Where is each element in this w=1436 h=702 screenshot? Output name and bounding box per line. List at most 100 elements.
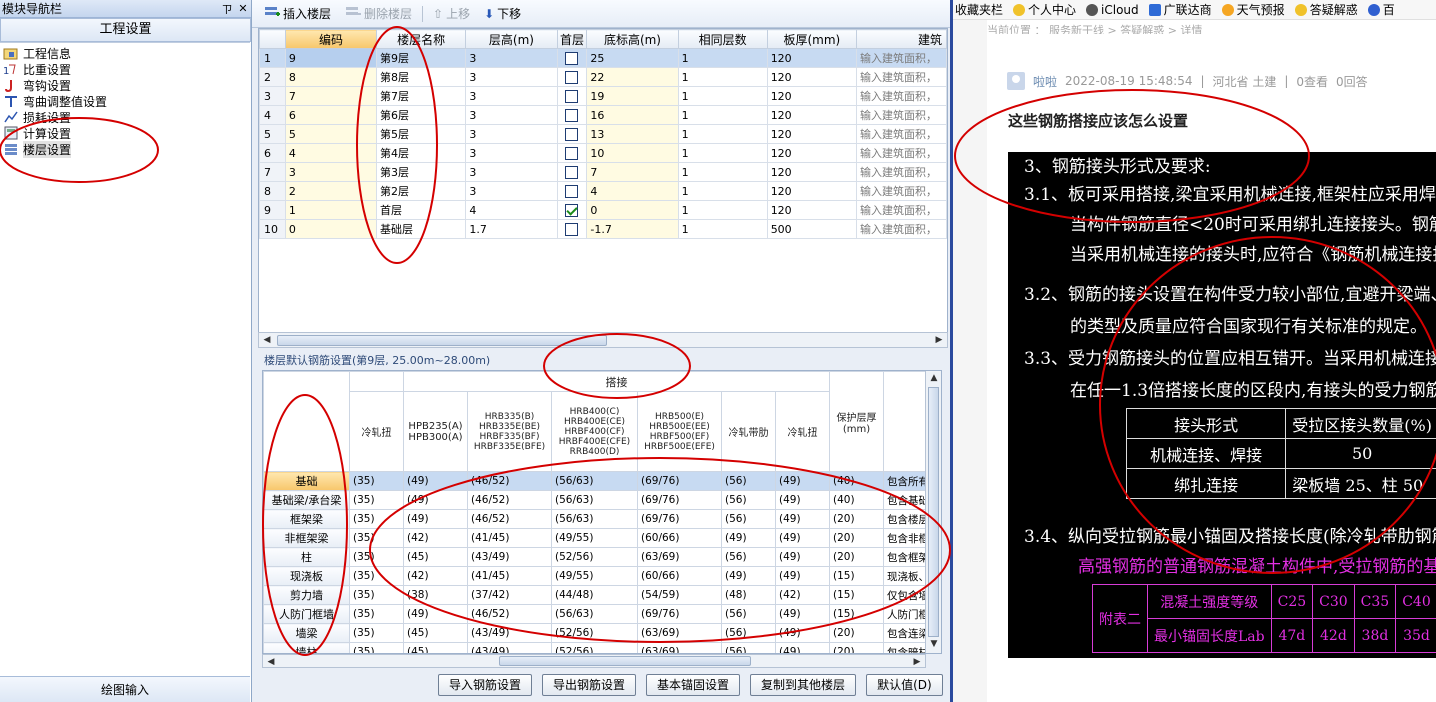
rebar-row[interactable]: 人防门框墙 (35) (49) (46/52) (56/63) (69/76) (56) (4…: [263, 604, 930, 624]
floor-row[interactable]: 3 7 第7层 3 19 1 120 输入建筑面积，: [259, 86, 947, 106]
rebar-value-cell[interactable]: (48): [721, 585, 776, 605]
rebar-value-cell[interactable]: (56/63): [551, 490, 638, 510]
checkbox-icon[interactable]: [565, 51, 579, 65]
floor-name-cell[interactable]: 第5层: [375, 124, 467, 144]
rebar-row[interactable]: 剪力墙 (35) (38) (37/42) (44/48) (54/59) (48) (42)…: [263, 585, 930, 605]
same-count-cell[interactable]: 1: [677, 48, 768, 68]
rebar-value-cell[interactable]: (42): [403, 566, 468, 586]
floor-code-cell[interactable]: 5: [284, 124, 377, 144]
floor-height-cell[interactable]: 3: [465, 86, 558, 106]
slab-thickness-cell[interactable]: 120: [766, 143, 858, 163]
rebar-value-cell[interactable]: (49): [403, 509, 468, 529]
same-count-cell[interactable]: 1: [677, 86, 768, 106]
bottom-elev-cell[interactable]: 19: [586, 86, 679, 106]
bottom-elev-cell[interactable]: 22: [586, 67, 679, 87]
rebar-value-cell[interactable]: (45): [403, 642, 468, 653]
bottom-elev-cell[interactable]: 10: [586, 143, 679, 163]
same-count-cell[interactable]: 1: [677, 219, 768, 239]
first-floor-checkbox[interactable]: [556, 219, 588, 239]
rebar-value-cell[interactable]: (69/76): [637, 509, 722, 529]
floor-code-cell[interactable]: 6: [284, 105, 377, 125]
floor-height-cell[interactable]: 3: [465, 143, 558, 163]
rebar-value-cell[interactable]: (46/52): [467, 471, 552, 491]
slab-thickness-cell[interactable]: 120: [766, 181, 858, 201]
rebar-row[interactable]: 基础梁/承台梁 (35) (49) (46/52) (56/63) (69/76) (56)…: [263, 490, 930, 510]
floor-row[interactable]: 1 9 第9层 3 25 1 120 输入建筑面积，: [259, 48, 947, 68]
slab-thickness-cell[interactable]: 120: [766, 105, 858, 125]
rebar-value-cell[interactable]: (35): [349, 547, 404, 567]
first-floor-checkbox[interactable]: [556, 181, 588, 201]
rebar-value-cell[interactable]: (49): [775, 642, 830, 653]
bottom-elev-cell[interactable]: 7: [586, 162, 679, 182]
rebar-value-cell[interactable]: (35): [349, 509, 404, 529]
first-floor-checkbox[interactable]: [556, 124, 588, 144]
rebar-value-cell[interactable]: 包含非框: [883, 528, 930, 548]
rebar-value-cell[interactable]: (49): [775, 604, 830, 624]
move-down-button[interactable]: ⬇ 下移: [480, 3, 525, 24]
slab-thickness-cell[interactable]: 120: [766, 124, 858, 144]
floor-code-cell[interactable]: 2: [284, 181, 377, 201]
floor-row[interactable]: 8 2 第2层 3 4 1 120 输入建筑面积，: [259, 181, 947, 201]
rebar-row[interactable]: 非框架梁 (35) (42) (41/45) (49/55) (60/66) (49) (49…: [263, 528, 930, 548]
checkbox-icon[interactable]: [565, 70, 579, 84]
tree-item-hook[interactable]: 弯钩设置: [0, 77, 250, 93]
rebar-row[interactable]: 基础 (35) (49) (46/52) (56/63) (69/76) (56) (49)(…: [263, 471, 930, 491]
rebar-value-cell[interactable]: (49): [403, 604, 468, 624]
rebar-value-cell[interactable]: (49): [775, 566, 830, 586]
scroll-thumb[interactable]: [277, 335, 607, 346]
floor-name-cell[interactable]: 第8层: [375, 67, 467, 87]
avatar[interactable]: [1007, 72, 1025, 90]
bottom-elev-cell[interactable]: -1.7: [586, 219, 679, 239]
floor-code-cell[interactable]: 8: [284, 67, 377, 87]
slab-thickness-cell[interactable]: 120: [766, 48, 858, 68]
first-floor-checkbox[interactable]: [556, 143, 588, 163]
floor-name-cell[interactable]: 首层: [375, 200, 467, 220]
rebar-value-cell[interactable]: (38): [403, 585, 468, 605]
col-same-count[interactable]: 相同层数: [677, 29, 768, 49]
floor-height-cell[interactable]: 3: [465, 48, 558, 68]
rebar-value-cell[interactable]: (20): [829, 547, 884, 567]
bookmark-icloud[interactable]: iCloud: [1086, 3, 1139, 17]
floor-code-cell[interactable]: 9: [284, 48, 377, 68]
rebar-value-cell[interactable]: (35): [349, 585, 404, 605]
rebar-value-cell[interactable]: (35): [349, 604, 404, 624]
tree-item-weight[interactable]: 1 比重设置: [0, 61, 250, 78]
rebar-row[interactable]: 现浇板 (35) (42) (41/45) (49/55) (60/66) (49) (49)…: [263, 566, 930, 586]
first-floor-checkbox[interactable]: [556, 200, 588, 220]
rebar-value-cell[interactable]: 包含所有: [883, 471, 930, 491]
rebar-value-cell[interactable]: (63/69): [637, 642, 722, 653]
bookmark-qa[interactable]: 答疑解惑: [1294, 1, 1358, 18]
copy-to-floors-button[interactable]: 复制到其他楼层: [750, 674, 857, 696]
first-floor-checkbox[interactable]: [556, 162, 588, 182]
floor-height-cell[interactable]: 1.7: [465, 219, 558, 239]
rebar-value-cell[interactable]: 人防门框: [883, 604, 930, 624]
rebar-value-cell[interactable]: (69/76): [637, 604, 722, 624]
rebar-value-cell[interactable]: (63/69): [637, 547, 722, 567]
rebar-value-cell[interactable]: 包含连梁: [883, 623, 930, 643]
floor-grid-hscroll[interactable]: ◀ ▶: [258, 332, 948, 348]
floor-height-cell[interactable]: 3: [465, 124, 558, 144]
floor-code-cell[interactable]: 3: [284, 162, 377, 182]
rebar-value-cell[interactable]: 包含框架: [883, 547, 930, 567]
rebar-value-cell[interactable]: (43/49): [467, 642, 552, 653]
area-cell[interactable]: 输入建筑面积，: [856, 143, 947, 163]
checkbox-icon[interactable]: [565, 222, 579, 236]
scroll-up-icon[interactable]: ▲: [926, 371, 941, 385]
checkbox-icon[interactable]: [565, 108, 579, 122]
rebar-value-cell[interactable]: (46/52): [467, 604, 552, 624]
tree-item-loss[interactable]: 损耗设置: [0, 109, 250, 125]
rebar-value-cell[interactable]: (20): [829, 623, 884, 643]
scroll-left-icon[interactable]: ◀: [259, 333, 275, 347]
rebar-value-cell[interactable]: (49): [775, 490, 830, 510]
rebar-value-cell[interactable]: (15): [829, 585, 884, 605]
rebar-value-cell[interactable]: (20): [829, 642, 884, 653]
floor-row[interactable]: 2 8 第8层 3 22 1 120 输入建筑面积，: [259, 67, 947, 87]
bookmark-weather[interactable]: 天气预报: [1221, 1, 1285, 18]
tree-item-floor[interactable]: 楼层设置: [0, 140, 250, 158]
delete-floor-button[interactable]: 删除楼层: [341, 3, 416, 24]
rebar-value-cell[interactable]: 现浇板、: [883, 566, 930, 586]
rebar-value-cell[interactable]: (60/66): [637, 566, 722, 586]
col-floor-name[interactable]: 楼层名称: [375, 29, 467, 49]
floor-name-cell[interactable]: 第9层: [375, 48, 467, 68]
rebar-value-cell[interactable]: (49): [403, 490, 468, 510]
